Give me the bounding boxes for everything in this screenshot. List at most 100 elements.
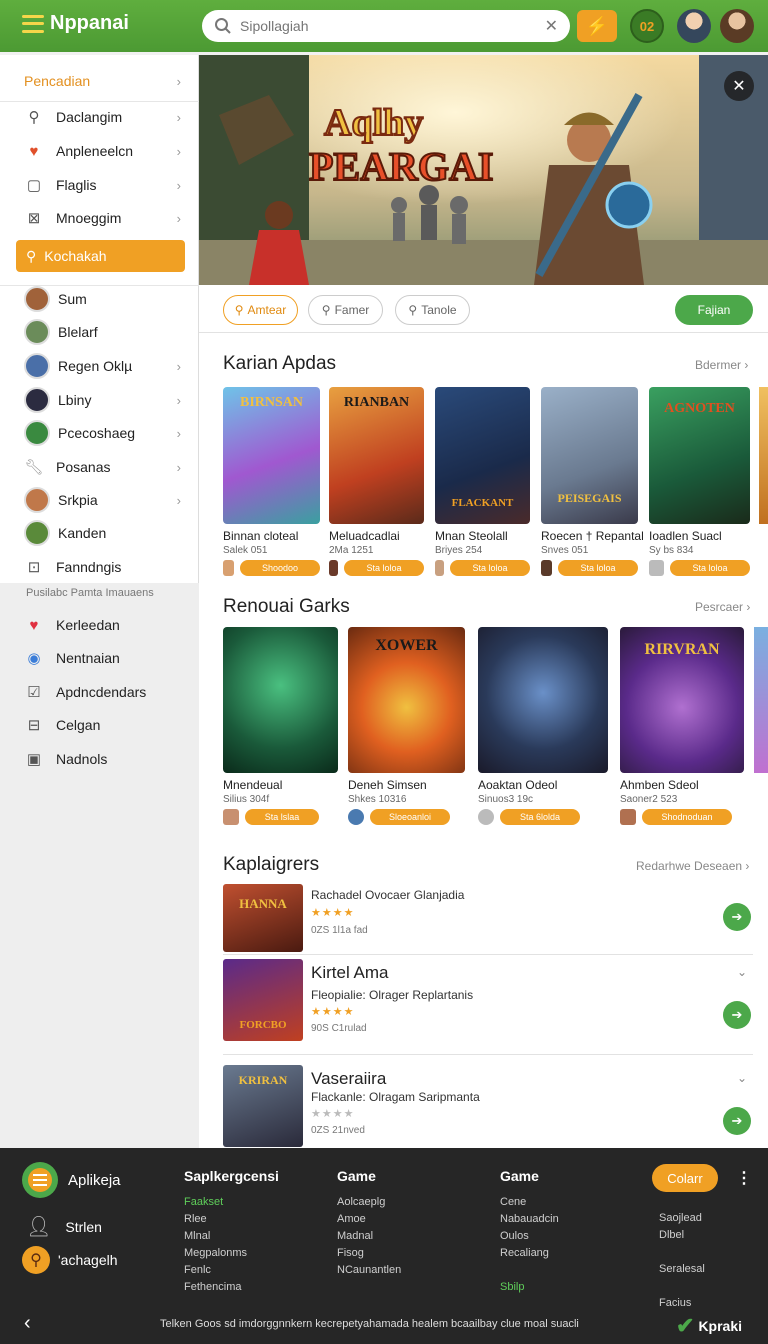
game-card[interactable]: FLACKANT Mnan Steolall Briyes 254 Sta lo… xyxy=(435,387,530,576)
close-banner-button[interactable]: ✕ xyxy=(724,71,754,101)
footer-brand-badge[interactable]: ✔ Kpraki xyxy=(676,1312,758,1340)
footer-link[interactable]: Facius xyxy=(659,1295,705,1312)
sidebar-item-search[interactable]: ⚲ Daclangim › xyxy=(0,102,199,132)
footer-link[interactable]: Cene xyxy=(500,1194,559,1211)
avatar xyxy=(24,286,50,312)
back-arrow-icon[interactable]: ‹ xyxy=(24,1312,31,1335)
section-more-link[interactable]: Bdermer › xyxy=(695,358,748,372)
card-action-button[interactable]: Sta loloa xyxy=(450,560,530,576)
card-action-button[interactable]: Shodnoduan xyxy=(642,809,732,825)
notification-badge[interactable]: 02 xyxy=(630,9,664,43)
sidebar-person[interactable]: Kanden xyxy=(0,518,199,548)
sidebar-item-tools[interactable]: 🔧︎ Posanas › xyxy=(0,452,199,482)
card-action-button[interactable]: Sloeoanloi xyxy=(370,809,450,825)
sidebar-item-favorites[interactable]: ♥ Anpleneelcn › xyxy=(0,136,199,166)
sidebar-person[interactable]: Regen Oklµ › xyxy=(0,351,199,381)
footer-link[interactable]: Seralesal xyxy=(659,1261,705,1278)
filter-pill[interactable]: ⚲ Famer xyxy=(308,295,383,325)
footer-link[interactable]: Fisog xyxy=(337,1245,401,1262)
footer-link[interactable]: Megpalonms xyxy=(184,1245,279,1262)
sidebar-group-item[interactable]: ♥ Kerleedan xyxy=(0,610,199,640)
check-icon: ✔ xyxy=(676,1313,695,1338)
footer-link[interactable]: Sbilp xyxy=(500,1279,559,1296)
play-button[interactable]: ➔ xyxy=(723,903,751,931)
footer-link-search[interactable]: ⚲'achagelh xyxy=(22,1246,118,1274)
list-item[interactable]: HANNA Rachadel Ovocaer Glanjadia ★★★★ 0Z… xyxy=(223,883,753,955)
search-icon xyxy=(215,18,231,34)
footer-link[interactable]: NCaunantlen xyxy=(337,1262,401,1279)
footer-link-profile[interactable]: 👤︎ Strlen xyxy=(26,1214,102,1239)
card-action-button[interactable]: Sta loloa xyxy=(344,560,424,576)
footer-link[interactable]: Fethencima xyxy=(184,1279,279,1296)
game-card[interactable]: RIRVRAN Ahmben Sdeol Saoner2 523 Shodnod… xyxy=(620,627,744,825)
footer-column: Game Aolcaeplg Amoe Madnal Fisog NCaunan… xyxy=(337,1168,401,1279)
game-card[interactable]: RIANBAN Meluadcadlai 2Ma 1251 Sta loloa xyxy=(329,387,424,576)
arrow-right-icon: ➔ xyxy=(731,1113,743,1128)
section-more-link[interactable]: Redarhwe Deseaen › xyxy=(636,859,749,873)
user-avatar[interactable] xyxy=(677,9,711,43)
sidebar-item-active[interactable]: ⚲ Kochakah xyxy=(16,240,185,272)
primary-button[interactable]: Fajian xyxy=(675,295,753,325)
game-card[interactable]: XOWER Deneh Simsen Shkes 10316 Sloeoanlo… xyxy=(348,627,465,825)
game-cover: AGNOTEN xyxy=(649,387,750,524)
footer-link[interactable]: Amoe xyxy=(337,1211,401,1228)
sidebar-group-item[interactable]: ⊟ Celgan xyxy=(0,710,199,740)
footer-link[interactable]: Mlnal xyxy=(184,1228,279,1245)
play-button[interactable]: ➔ xyxy=(723,1001,751,1029)
sidebar-person[interactable]: Blelarf xyxy=(0,317,199,347)
chevron-down-icon[interactable]: ⌄ xyxy=(737,1071,747,1085)
card-action-button[interactable]: Sta 6lolda xyxy=(500,809,580,825)
footer-link[interactable]: Madnal xyxy=(337,1228,401,1245)
sidebar-section-title[interactable]: Pencadian › xyxy=(0,66,199,96)
chevron-down-icon[interactable]: ⌄ xyxy=(737,965,747,979)
card-action-button[interactable]: Shoodoo xyxy=(240,560,320,576)
game-card[interactable]: Mnendeual Silius 304f Sta lslaa xyxy=(223,627,338,825)
section-more-link[interactable]: Pesrcaer › xyxy=(695,600,750,614)
list-item[interactable]: FORCBO Kirtel Ama Fleopialie: Olrager Re… xyxy=(223,957,753,1055)
top-bar: Nppanai ✕ ⚡ 02 xyxy=(0,0,768,52)
footer-link[interactable]: Fenlc xyxy=(184,1262,279,1279)
play-button[interactable]: ➔ xyxy=(723,1107,751,1135)
footer-link[interactable]: Saojlead xyxy=(659,1210,705,1227)
list-item[interactable]: KRIRAN Vaseraiira Flackanle: Olragam Sar… xyxy=(223,1063,753,1147)
game-card[interactable]: Aoaktan Odeol Sinuos3 19c Sta 6lolda xyxy=(478,627,608,825)
cta-button[interactable]: Colarr xyxy=(652,1164,718,1192)
search-bar[interactable]: ✕ xyxy=(202,10,570,42)
sidebar-person[interactable]: Sum xyxy=(0,284,199,314)
footer-link[interactable]: Dlbel xyxy=(659,1227,705,1244)
sidebar-person[interactable]: Srkpia › xyxy=(0,485,199,515)
footer-logo[interactable] xyxy=(22,1162,58,1198)
card-action-button[interactable]: Sta loloa xyxy=(670,560,750,576)
close-icon: ✕ xyxy=(732,78,746,95)
sidebar-item-flags[interactable]: ▢ Flaglis › xyxy=(0,170,199,200)
card-action-button[interactable]: Sta lslaa xyxy=(245,809,319,825)
menu-icon[interactable] xyxy=(22,14,44,33)
clear-search-icon[interactable]: ✕ xyxy=(545,16,558,36)
sidebar-group-item[interactable]: ☑ Apdncdendars xyxy=(0,677,199,707)
footer-link[interactable]: Recaliang xyxy=(500,1245,559,1262)
sidebar-item-frame[interactable]: ⊡ Fanndngis xyxy=(0,552,199,582)
filter-pill-active[interactable]: ⚲ Amtear xyxy=(223,295,298,325)
card-action-button[interactable]: Sta loloa xyxy=(558,560,638,576)
sidebar-group-item[interactable]: ▣ Nadnols xyxy=(0,744,199,774)
user-avatar-2[interactable] xyxy=(720,9,754,43)
brand-logo[interactable]: Nppanai xyxy=(22,12,129,35)
sidebar-item-manage[interactable]: ⊠ Mnoeggim › xyxy=(0,203,199,233)
footer-link[interactable]: Oulos xyxy=(500,1228,559,1245)
filter-button[interactable]: ⚡ xyxy=(577,10,617,42)
footer-link[interactable]: Nabauadcin xyxy=(500,1211,559,1228)
footer-link[interactable]: Rlee xyxy=(184,1211,279,1228)
sidebar-group-item[interactable]: ◉ Nentnaian xyxy=(0,643,199,673)
filter-pill[interactable]: ⚲ Tanole xyxy=(395,295,470,325)
footer-link[interactable]: Aolcaeplg xyxy=(337,1194,401,1211)
sidebar-person[interactable]: Pcecoshaeg › xyxy=(0,418,199,448)
sidebar-person[interactable]: Lbiny › xyxy=(0,385,199,415)
game-card[interactable]: PEISEGAIS Roecen † Repantal Snves 051 St… xyxy=(541,387,644,576)
hero-banner[interactable]: Aqlhy PEARGAI ✕ xyxy=(199,55,768,285)
search-input[interactable] xyxy=(240,18,545,34)
footer-link[interactable]: Faakset xyxy=(184,1194,279,1211)
game-card[interactable]: AGNOTEN Ioadlen Suacl Sy bs 834 Sta lolo… xyxy=(649,387,750,576)
more-vertical-icon[interactable]: ⋮ xyxy=(736,1168,752,1188)
game-card[interactable]: BIRNSAN Binnan cloteal Salek 051 Shoodoo xyxy=(223,387,320,576)
